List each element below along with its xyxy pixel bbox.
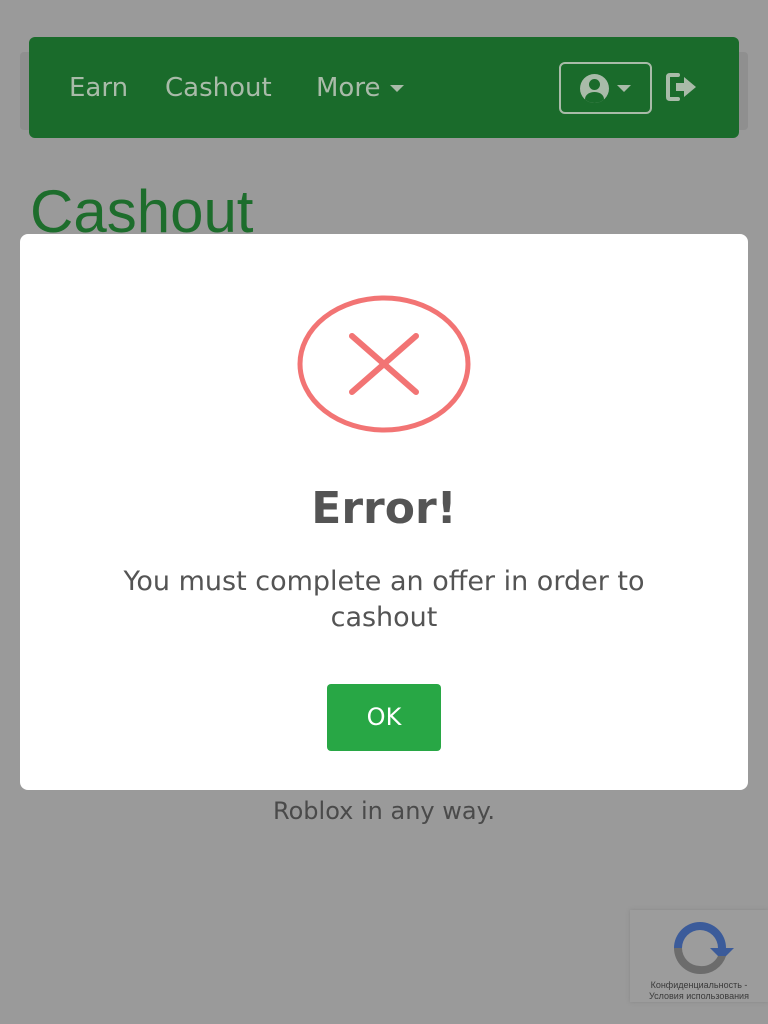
recaptcha-icon — [674, 922, 734, 975]
recaptcha-privacy-link[interactable]: Конфиденциальность - — [630, 980, 768, 991]
error-modal: Error! You must complete an offer in ord… — [20, 234, 748, 790]
error-x-icon — [297, 295, 471, 433]
modal-message: You must complete an offer in order to c… — [123, 566, 645, 633]
footer-text: Roblox in any way. — [273, 797, 495, 825]
nav-earn-link[interactable]: Earn — [69, 70, 128, 106]
recaptcha-badge[interactable]: Конфиденциальность - Условия использован… — [630, 910, 768, 1002]
ok-button[interactable]: OK — [327, 684, 441, 751]
user-circle-icon — [580, 73, 609, 103]
nav-more-dropdown[interactable]: More — [316, 70, 405, 106]
nav-more-label: More — [316, 73, 381, 103]
sign-out-icon[interactable] — [666, 73, 698, 101]
chevron-down-icon — [617, 84, 631, 92]
nav-cashout-link[interactable]: Cashout — [165, 70, 272, 106]
user-menu-button[interactable] — [559, 62, 652, 114]
recaptcha-terms-link[interactable]: Условия использования — [630, 991, 768, 1002]
recaptcha-links[interactable]: Конфиденциальность - Условия использован… — [630, 980, 768, 1002]
chevron-down-icon — [390, 84, 405, 92]
modal-title: Error! — [311, 483, 457, 534]
page: Earn Cashout More Cashout Roblox in any … — [0, 0, 768, 1024]
